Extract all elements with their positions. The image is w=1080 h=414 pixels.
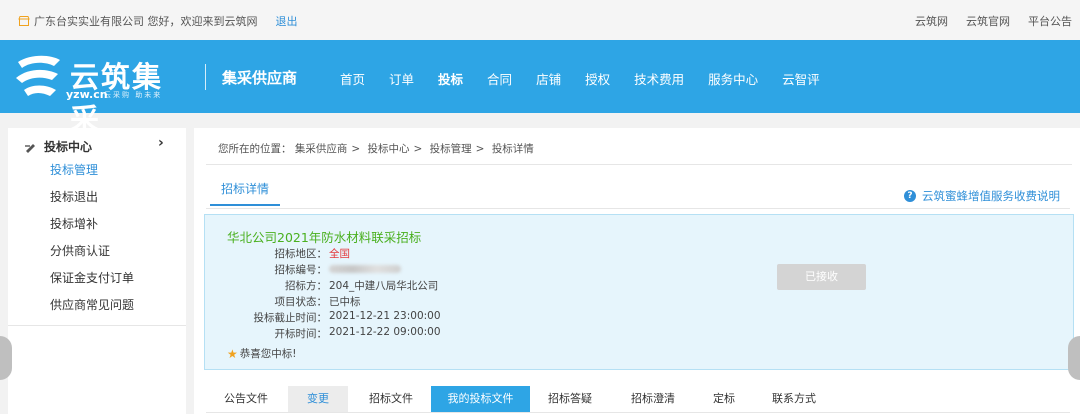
main-header: 云筑集采 yzw.cn 云采购 助未来 集采供应商 首页 订单 投标 合同 店铺… bbox=[0, 40, 1080, 136]
field-label: 开标时间： bbox=[274, 328, 328, 340]
field-value: 2021-12-21 23:00:00 bbox=[329, 310, 441, 322]
nav-orders[interactable]: 订单 bbox=[389, 69, 414, 88]
tab-tender-details[interactable]: 招标详情 bbox=[210, 180, 280, 206]
field-value: 全国 bbox=[329, 248, 350, 260]
sidebar-item-bid-management[interactable]: 投标管理 bbox=[50, 162, 134, 189]
tab-announcement-files[interactable]: 公告文件 bbox=[216, 386, 276, 412]
star-icon: ★ bbox=[227, 346, 238, 361]
logout-link[interactable]: 退出 bbox=[276, 13, 298, 29]
field-label: 招标方： bbox=[285, 280, 327, 292]
nav-home[interactable]: 首页 bbox=[340, 69, 365, 88]
help-link[interactable]: ? 云筑蜜蜂增值服务收费说明 bbox=[904, 188, 1060, 204]
breadcrumb-prefix: 您所在的位置： bbox=[218, 143, 292, 155]
top-link-official[interactable]: 云筑官网 bbox=[966, 13, 1010, 29]
sidebar-item-deposit-orders[interactable]: 保证金支付订单 bbox=[50, 270, 134, 297]
sidebar-items: 投标管理 投标退出 投标增补 分供商认证 保证金支付订单 供应商常见问题 bbox=[50, 162, 134, 324]
nav-store[interactable]: 店铺 bbox=[536, 69, 561, 88]
breadcrumb-item-supplier[interactable]: 集采供应商 bbox=[295, 143, 348, 155]
scroll-left-handle[interactable] bbox=[0, 336, 12, 380]
top-strip: 广东台实实业有限公司 您好，欢迎来到云筑网 退出 云筑网 云筑官网 平台公告 bbox=[0, 0, 1080, 40]
field-value: 已中标 bbox=[329, 296, 361, 308]
logo-mark-icon bbox=[16, 55, 60, 96]
shop-icon bbox=[18, 16, 30, 26]
field-value: 204_中建八局华北公司 bbox=[329, 280, 439, 292]
tab-award[interactable]: 定标 bbox=[704, 386, 744, 412]
sidebar-item-bid-withdraw[interactable]: 投标退出 bbox=[50, 189, 134, 216]
breadcrumb-item-bid-management[interactable]: 投标管理 bbox=[430, 143, 472, 155]
logo-domain: yzw.cn bbox=[66, 88, 108, 101]
nav-authorization[interactable]: 授权 bbox=[585, 69, 610, 88]
welcome-area: 广东台实实业有限公司 您好，欢迎来到云筑网 退出 bbox=[18, 13, 298, 29]
chevron-right-icon[interactable]: › bbox=[158, 135, 164, 151]
congrats-text: 恭喜您中标! bbox=[239, 348, 297, 360]
header-divider bbox=[205, 64, 206, 90]
field-region: 招标地区： 全国 bbox=[205, 246, 441, 262]
top-link-announcement[interactable]: 平台公告 bbox=[1028, 13, 1072, 29]
logo[interactable]: 云筑集采 yzw.cn 云采购 助未来 bbox=[10, 50, 190, 136]
field-project-status: 项目状态： 已中标 bbox=[205, 294, 441, 310]
tab-contact[interactable]: 联系方式 bbox=[764, 386, 824, 412]
sidebar-divider bbox=[8, 325, 186, 326]
sidebar-item-faq[interactable]: 供应商常见问题 bbox=[50, 297, 134, 324]
field-label: 项目状态： bbox=[274, 296, 328, 308]
top-link-yunzhu[interactable]: 云筑网 bbox=[915, 13, 948, 29]
tabs-underline bbox=[206, 412, 1070, 413]
welcome-text: 广东台实实业有限公司 您好，欢迎来到云筑网 bbox=[34, 15, 258, 28]
breadcrumb-divider bbox=[206, 164, 1072, 165]
tender-info-box: 华北公司2021年防水材料联采招标 招标地区： 全国 招标编号： 招标方： 20… bbox=[204, 214, 1074, 370]
tab-underline bbox=[206, 208, 1070, 209]
field-label: 投标截止时间： bbox=[253, 312, 328, 324]
field-label: 招标地区： bbox=[274, 248, 328, 260]
field-bid-deadline: 投标截止时间： 2021-12-21 23:00:00 bbox=[205, 310, 441, 326]
field-opening-time: 开标时间： 2021-12-22 09:00:00 bbox=[205, 326, 441, 342]
nav-contracts[interactable]: 合同 bbox=[487, 69, 512, 88]
sidebar-section-bidding-center[interactable]: 投标中心 bbox=[24, 138, 92, 155]
sidebar: 投标中心 › 投标管理 投标退出 投标增补 分供商认证 保证金支付订单 供应商常… bbox=[8, 128, 186, 414]
field-tender-number: 招标编号： bbox=[205, 262, 441, 278]
nav-tech-fees[interactable]: 技术费用 bbox=[634, 69, 684, 88]
sidebar-section-label: 投标中心 bbox=[44, 140, 93, 154]
tab-changes[interactable]: 变更 bbox=[288, 386, 348, 412]
breadcrumb-item-bid-details: 投标详情 bbox=[491, 143, 534, 155]
nav-service-center[interactable]: 服务中心 bbox=[708, 69, 758, 88]
tender-title: 华北公司2021年防水材料联采招标 bbox=[227, 230, 422, 245]
question-icon: ? bbox=[904, 190, 916, 202]
tab-tender-clarification[interactable]: 招标澄清 bbox=[623, 386, 683, 412]
tender-fields: 招标地区： 全国 招标编号： 招标方： 204_中建八局华北公司 项目状态： 已… bbox=[205, 246, 441, 342]
accepted-status-button: 已接收 bbox=[777, 264, 866, 290]
sidebar-item-subcontractor-cert[interactable]: 分供商认证 bbox=[50, 243, 134, 270]
field-tenderer: 招标方： 204_中建八局华北公司 bbox=[205, 278, 441, 294]
tab-my-bid-files[interactable]: 我的投标文件 bbox=[431, 386, 530, 412]
main-nav: 首页 订单 投标 合同 店铺 授权 技术费用 服务中心 云智评 bbox=[340, 69, 844, 88]
redacted-value bbox=[329, 265, 401, 273]
breadcrumb: 您所在的位置： 集采供应商 > 投标中心 > 投标管理 > 投标详情 bbox=[218, 143, 534, 155]
field-value: 2021-12-22 09:00:00 bbox=[329, 326, 441, 338]
document-tabs: 公告文件 变更 招标文件 我的投标文件 招标答疑 招标澄清 定标 联系方式 bbox=[206, 386, 1070, 414]
tab-tender-qa[interactable]: 招标答疑 bbox=[540, 386, 600, 412]
sidebar-item-bid-supplement[interactable]: 投标增补 bbox=[50, 216, 134, 243]
main-panel: 您所在的位置： 集采供应商 > 投标中心 > 投标管理 > 投标详情 招标详情 ? 云… bbox=[194, 128, 1080, 414]
scroll-right-handle[interactable] bbox=[1068, 336, 1080, 380]
breadcrumb-item-bidding-center[interactable]: 投标中心 bbox=[368, 143, 410, 155]
role-title: 集采供应商 bbox=[222, 69, 298, 87]
nav-bidding[interactable]: 投标 bbox=[438, 69, 463, 88]
field-label: 招标编号： bbox=[274, 264, 328, 276]
logo-slogan: 云采购 助未来 bbox=[104, 91, 163, 99]
congrats-message: ★ 恭喜您中标! bbox=[227, 346, 296, 361]
tab-tender-files[interactable]: 招标文件 bbox=[361, 386, 421, 412]
top-links: 云筑网 云筑官网 平台公告 bbox=[915, 13, 1072, 29]
help-link-label: 云筑蜜蜂增值服务收费说明 bbox=[922, 189, 1060, 203]
bid-pen-icon bbox=[25, 143, 35, 153]
nav-smart-review[interactable]: 云智评 bbox=[782, 69, 820, 88]
